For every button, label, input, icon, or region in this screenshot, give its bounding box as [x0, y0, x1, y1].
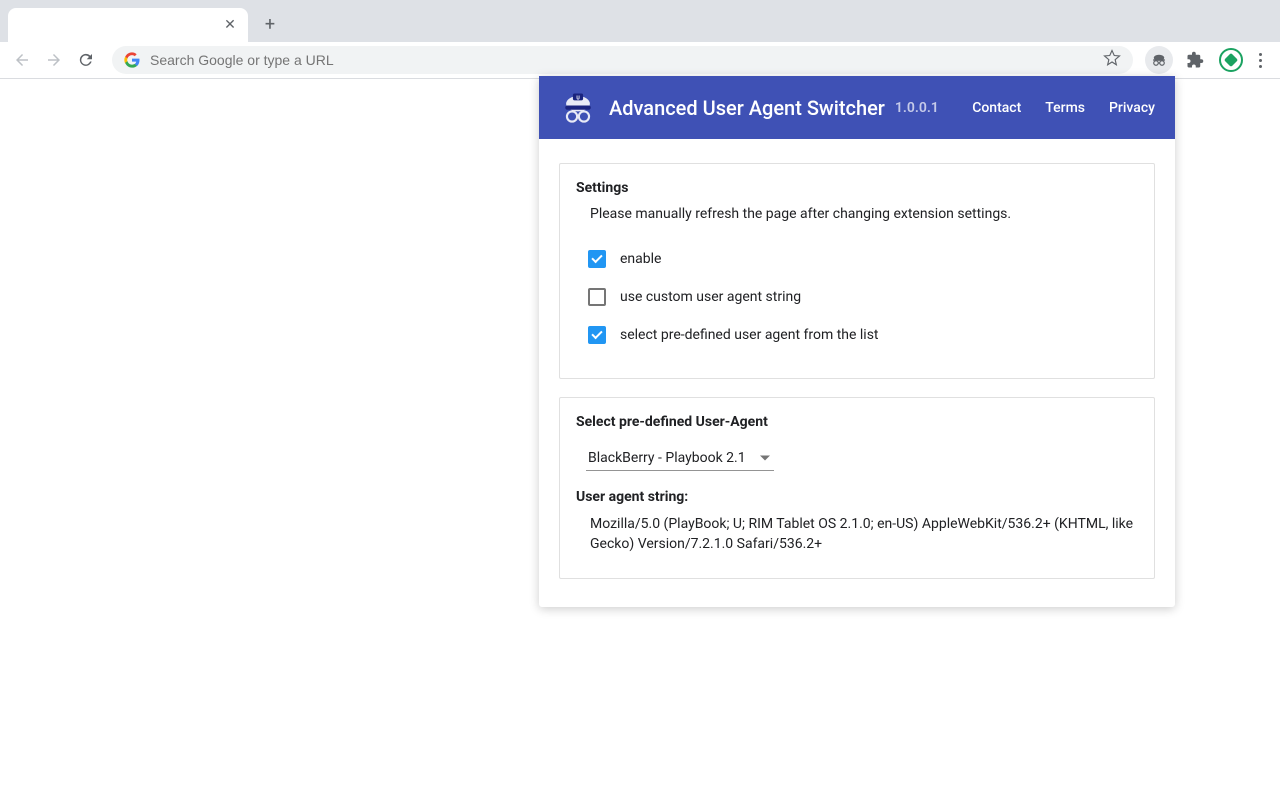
label-predefined: select pre-defined user agent from the l…: [620, 327, 879, 343]
extension-uaswitcher-icon[interactable]: [1145, 46, 1173, 74]
tab-strip: ✕ +: [0, 0, 1280, 42]
option-enable-row: enable: [576, 240, 1138, 278]
predefined-card: Select pre-defined User-Agent BlackBerry…: [559, 397, 1155, 579]
browser-window: ✕ +: [0, 0, 1280, 800]
checkbox-predefined[interactable]: [588, 326, 606, 344]
extension-popup: U Advanced User Agent Switcher 1.0.0.1 C…: [539, 76, 1175, 607]
address-bar[interactable]: [112, 46, 1133, 74]
popup-title: Advanced User Agent Switcher: [609, 96, 885, 120]
extensions-button[interactable]: [1181, 46, 1209, 74]
option-custom-row: use custom user agent string: [576, 278, 1138, 316]
nav-terms[interactable]: Terms: [1045, 100, 1085, 116]
page-content: U Advanced User Agent Switcher 1.0.0.1 C…: [0, 79, 1280, 800]
option-predefined-row: select pre-defined user agent from the l…: [576, 316, 1138, 354]
bookmark-star-icon[interactable]: [1103, 49, 1121, 71]
browser-toolbar: [0, 42, 1280, 79]
ua-string-label: User agent string:: [576, 489, 1138, 505]
nav-contact[interactable]: Contact: [972, 100, 1021, 116]
extension-logo-icon: U: [561, 91, 595, 125]
avatar-icon: [1219, 48, 1243, 72]
browser-tab[interactable]: ✕: [8, 8, 248, 42]
google-icon: [124, 52, 140, 68]
arrow-left-icon: [13, 51, 31, 69]
chevron-down-icon: [760, 456, 770, 461]
checkbox-custom-ua[interactable]: [588, 288, 606, 306]
popup-nav: Contact Terms Privacy: [972, 100, 1155, 116]
nav-privacy[interactable]: Privacy: [1109, 100, 1155, 116]
puzzle-icon: [1186, 51, 1204, 69]
settings-note: Please manually refresh the page after c…: [576, 206, 1138, 222]
close-tab-icon[interactable]: ✕: [222, 17, 238, 33]
ua-select-wrap: BlackBerry - Playbook 2.1: [576, 440, 1138, 489]
new-tab-button[interactable]: +: [256, 10, 284, 38]
toolbar-actions: [1145, 46, 1272, 74]
predefined-heading: Select pre-defined User-Agent: [576, 414, 1138, 430]
browser-menu-button[interactable]: [1253, 53, 1268, 68]
settings-card: Settings Please manually refresh the pag…: [559, 163, 1155, 379]
popup-header: U Advanced User Agent Switcher 1.0.0.1 C…: [539, 76, 1175, 139]
arrow-right-icon: [45, 51, 63, 69]
url-input[interactable]: [150, 52, 1093, 68]
label-custom-ua: use custom user agent string: [620, 289, 801, 305]
popup-body: Settings Please manually refresh the pag…: [539, 139, 1175, 607]
ua-select[interactable]: BlackBerry - Playbook 2.1: [586, 446, 774, 471]
back-button[interactable]: [8, 46, 36, 74]
popup-version: 1.0.0.1: [895, 100, 939, 116]
ua-select-value: BlackBerry - Playbook 2.1: [588, 450, 746, 466]
profile-avatar[interactable]: [1217, 46, 1245, 74]
ua-string-value: Mozilla/5.0 (PlayBook; U; RIM Tablet OS …: [576, 515, 1138, 554]
checkbox-enable[interactable]: [588, 250, 606, 268]
reload-button[interactable]: [72, 46, 100, 74]
forward-button[interactable]: [40, 46, 68, 74]
label-enable: enable: [620, 251, 661, 267]
reload-icon: [77, 51, 95, 69]
settings-heading: Settings: [576, 180, 1138, 196]
incognito-icon: [1150, 51, 1168, 69]
